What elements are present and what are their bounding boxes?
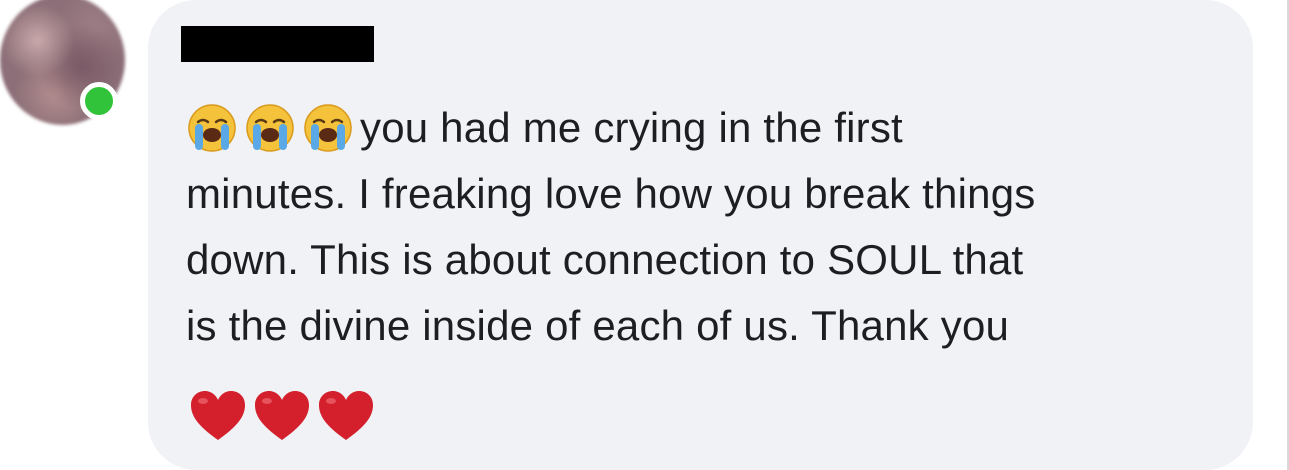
loudly-crying-face-icon (188, 104, 236, 152)
heart-emoji-row (188, 388, 376, 444)
comment-line-1: you had me crying in the first (186, 95, 1236, 161)
comment-line-4: is the divine inside of each of us. Than… (186, 302, 1010, 349)
red-heart-icon (319, 391, 373, 440)
avatar[interactable] (0, 0, 125, 125)
author-name-redacted[interactable] (181, 26, 374, 62)
comment-line-2: minutes. I freaking love how you break t… (186, 170, 1036, 217)
red-heart-icon (255, 391, 309, 440)
loudly-crying-face-icon (304, 104, 352, 152)
comment-line-1-text: you had me crying in the first (360, 104, 903, 151)
loudly-crying-face-icon (246, 104, 294, 152)
comment-line-3: down. This is about connection to SOUL t… (186, 236, 1024, 283)
red-heart-icon (191, 391, 245, 440)
comment-row: you had me crying in the first minutes. … (0, 0, 1289, 470)
comment-text: you had me crying in the first minutes. … (186, 95, 1236, 359)
online-status-indicator (80, 82, 118, 120)
